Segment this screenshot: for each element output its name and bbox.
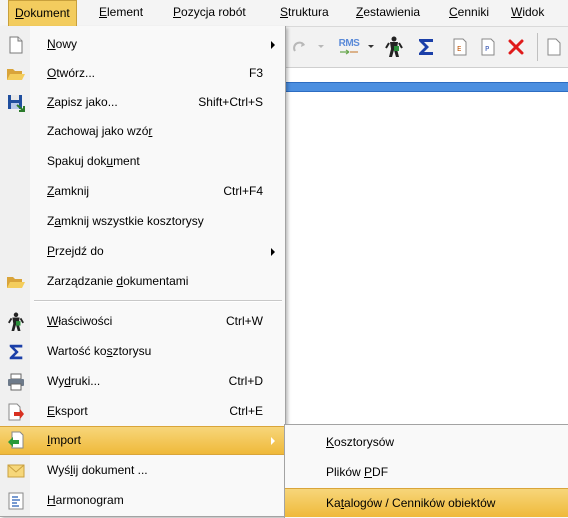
menu-cenniki[interactable]: Cenniki (443, 0, 495, 24)
rms-button[interactable]: RMS (335, 35, 363, 59)
document-e-icon[interactable]: E (450, 35, 470, 59)
sigma-icon[interactable] (414, 35, 438, 59)
submenu-item-plikow-pdf[interactable]: Plików PDF (285, 457, 568, 487)
shortcut-label: F3 (248, 66, 263, 80)
svg-text:E: E (457, 45, 461, 53)
envelope-icon (6, 461, 26, 481)
sigma-icon (6, 342, 26, 362)
save-as-icon (6, 93, 26, 113)
redo-icon[interactable] (290, 35, 310, 59)
menu-bar: Dokument Element Pozycja robót Struktura… (0, 0, 568, 27)
printer-icon (6, 372, 26, 392)
document-title-bar (280, 82, 568, 92)
menu-item-zamknij[interactable]: Zamknij Ctrl+F4 (0, 177, 285, 206)
menu-item-wartosc-kosztorysu[interactable]: Wartość kosztorysu (0, 337, 285, 366)
menu-item-spakuj-dokument[interactable]: Spakuj dokument (0, 147, 285, 176)
menu-element[interactable]: Element (93, 0, 149, 24)
menu-item-zarzadzanie-dokumentami[interactable]: Zarządzanie dokumentami (0, 267, 285, 296)
menu-pozycja-robot[interactable]: Pozycja robót (167, 0, 252, 24)
menu-separator (34, 300, 282, 302)
menu-item-wydruki[interactable]: Wydruki... Ctrl+D (0, 367, 285, 396)
menu-item-harmonogram[interactable]: Harmonogram (0, 486, 285, 515)
folder-icon (6, 272, 26, 292)
redo-dropdown-icon[interactable] (316, 35, 326, 59)
import-submenu: Kosztorysów Plików PDF Katalogów / Cenni… (284, 424, 568, 518)
menu-zestawienia[interactable]: Zestawienia (350, 0, 426, 24)
menu-item-wlasciwosci[interactable]: Właściwości Ctrl+W (0, 307, 285, 336)
menu-item-zapisz-jako[interactable]: Zapisz jako... Shift+Ctrl+S (0, 88, 285, 117)
submenu-arrow-icon (271, 437, 275, 445)
shortcut-label: Ctrl+D (228, 374, 263, 388)
menu-item-zamknij-wszystkie[interactable]: Zamknij wszystkie kosztorysy (0, 207, 285, 236)
rms-arrows-icon (340, 49, 358, 55)
submenu-item-katalogow-cennikow[interactable]: Katalogów / Cenników obiektów (285, 488, 568, 517)
submenu-arrow-icon (271, 248, 275, 256)
menu-dokument[interactable]: Dokument (8, 0, 77, 26)
delete-icon[interactable] (505, 35, 527, 59)
export-icon (6, 402, 26, 422)
toolbar-separator (537, 33, 538, 61)
menu-struktura[interactable]: Struktura (274, 0, 335, 24)
shortcut-label: Ctrl+E (229, 404, 263, 418)
menu-item-nowy[interactable]: Nowy (0, 30, 285, 59)
menu-widok[interactable]: Widok (505, 0, 550, 24)
shortcut-label: Ctrl+F4 (223, 184, 263, 198)
svg-text:P: P (485, 45, 489, 53)
menu-item-eksport[interactable]: Eksport Ctrl+E (0, 397, 285, 426)
submenu-item-kosztorysow[interactable]: Kosztorysów (285, 427, 568, 457)
submenu-arrow-icon (271, 41, 275, 49)
shortcut-label: Shift+Ctrl+S (198, 95, 263, 109)
menu-item-import[interactable]: Import (0, 426, 285, 455)
menu-item-otworz[interactable]: Otwórz... F3 (0, 59, 285, 88)
import-icon (6, 430, 26, 450)
new-document-icon (6, 35, 26, 55)
rms-dropdown-icon[interactable] (366, 35, 376, 59)
document-icon[interactable] (544, 35, 564, 59)
toolbar: RMS E P (280, 27, 568, 68)
shortcut-label: Ctrl+W (226, 314, 263, 328)
open-folder-icon (6, 64, 26, 84)
person-icon[interactable] (382, 35, 406, 59)
menu-item-zachowaj-jako-wzor[interactable]: Zachowaj jako wzór (0, 117, 285, 146)
document-p-icon[interactable]: P (478, 35, 498, 59)
menu-item-przejdz-do[interactable]: Przejdź do (0, 237, 285, 266)
schedule-icon (6, 491, 26, 511)
dokument-menu: Nowy Otwórz... F3 Zapisz jako... Shift+C… (0, 26, 286, 517)
person-icon (6, 312, 26, 332)
menu-item-wyslij-dokument[interactable]: Wyślij dokument ... (0, 456, 285, 485)
